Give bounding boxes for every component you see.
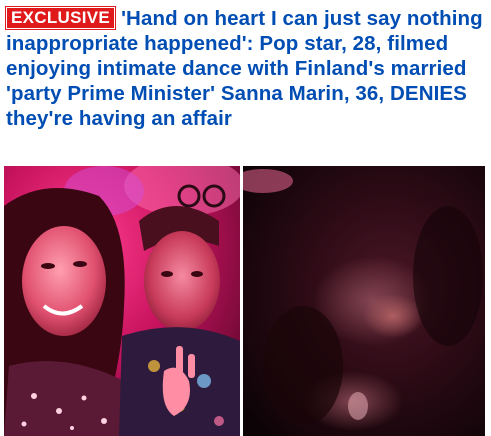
article-photo-right[interactable]: [243, 166, 485, 436]
selfie-photo: [4, 166, 240, 436]
headline: EXCLUSIVE 'Hand on heart I can just say n…: [6, 6, 486, 131]
exclusive-badge: EXCLUSIVE: [6, 7, 116, 29]
image-pair: [4, 166, 485, 436]
video-still-photo: [243, 166, 485, 436]
article-photo-left[interactable]: [4, 166, 240, 436]
article-teaser: EXCLUSIVE 'Hand on heart I can just say n…: [0, 0, 491, 436]
